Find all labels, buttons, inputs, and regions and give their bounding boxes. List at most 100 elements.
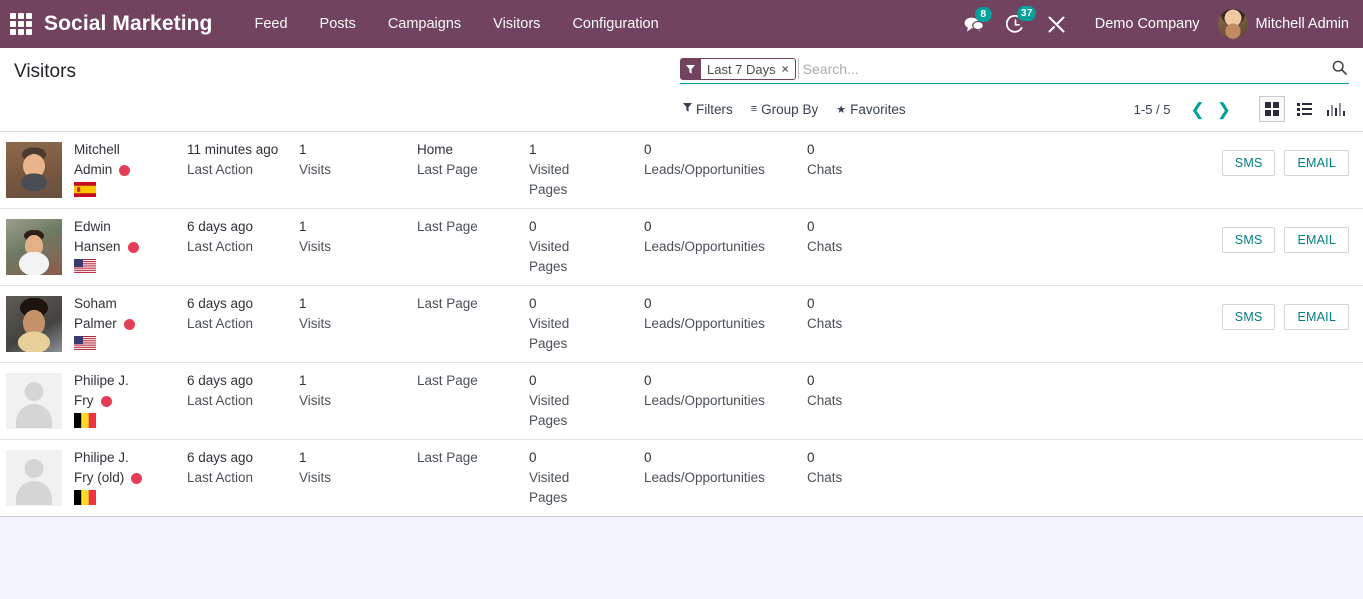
search-input[interactable] — [797, 59, 1324, 79]
visited-pages-label-line2: Pages — [529, 336, 568, 351]
visits-label: Visits — [299, 162, 332, 177]
visitor-name-cell: Philipe J. Fry (old) — [72, 448, 187, 505]
favorites-label: Favorites — [850, 101, 906, 117]
group-by-dropdown[interactable]: ≡ Group By — [751, 102, 818, 117]
visits-value: 1 — [299, 142, 307, 157]
last-page-cell: Last Page — [417, 217, 529, 237]
row-actions: SMS EMAIL — [1213, 217, 1349, 253]
email-button[interactable]: EMAIL — [1284, 304, 1349, 330]
chats-value: 0 — [807, 219, 815, 234]
favorites-dropdown[interactable]: ★ Favorites — [836, 102, 905, 117]
search-facet-label: Last 7 Days × — [701, 58, 796, 80]
sms-button[interactable]: SMS — [1221, 150, 1276, 176]
nav-menu-visitors[interactable]: Visitors — [477, 10, 556, 38]
chevron-right-icon[interactable]: ❯ — [1211, 101, 1237, 118]
last-action-value: 6 days ago — [187, 373, 254, 388]
chevron-left-icon[interactable]: ❮ — [1185, 101, 1211, 118]
email-button[interactable]: EMAIL — [1284, 150, 1349, 176]
leads-label: Leads/Opportunities — [644, 162, 765, 177]
leads-cell: 0 Leads/Opportunities — [644, 217, 807, 257]
chats-label: Chats — [807, 162, 843, 177]
last-action-cell: 6 days ago Last Action — [187, 371, 299, 411]
visited-pages-label-line1: Visited — [529, 470, 570, 485]
visits-value: 1 — [299, 296, 307, 311]
sms-button[interactable]: SMS — [1221, 227, 1276, 253]
apps-grid-icon[interactable] — [10, 13, 32, 35]
leads-cell: 0 Leads/Opportunities — [644, 140, 807, 180]
company-selector[interactable]: Demo Company — [1095, 16, 1200, 32]
visitor-name: Philipe J. — [74, 450, 129, 465]
kanban-view-icon[interactable] — [1259, 96, 1285, 122]
app-brand-title[interactable]: Social Marketing — [44, 12, 212, 36]
table-row[interactable]: Philipe J. Fry (old) 6 days ago Last Action… — [0, 440, 1363, 516]
wrench-tools-icon[interactable] — [1047, 15, 1066, 34]
chats-label: Chats — [807, 239, 843, 254]
visitor-name-cell: Mitchell Admin — [72, 140, 187, 197]
visits-label: Visits — [299, 393, 332, 408]
top-navbar: Social Marketing Feed Posts Campaigns Vi… — [0, 0, 1363, 48]
chats-label: Chats — [807, 316, 843, 331]
visitor-name-line2: Fry (old) — [74, 470, 125, 485]
search-facet-last-7-days[interactable]: Last 7 Days × — [680, 58, 796, 80]
last-page-cell: Last Page — [417, 294, 529, 314]
pager-counter: 1-5 / 5 — [1133, 101, 1171, 117]
table-row[interactable]: Philipe J. Fry 6 days ago Last Action 1 Visit… — [0, 363, 1363, 440]
leads-label: Leads/Opportunities — [644, 316, 765, 331]
last-action-value: 6 days ago — [187, 296, 254, 311]
status-badge — [100, 396, 112, 407]
table-row[interactable]: Soham Palmer 6 days ago Last Action 1 Visits L… — [0, 286, 1363, 363]
filters-dropdown[interactable]: Filters — [683, 102, 733, 117]
activity-clock-icon[interactable]: 37 — [1005, 5, 1037, 34]
search-icon[interactable] — [1324, 60, 1349, 79]
last-action-cell: 11 minutes ago Last Action — [187, 140, 299, 180]
visited-pages-value: 0 — [529, 450, 537, 465]
visited-pages-label-line2: Pages — [529, 490, 568, 505]
nav-menu-feed[interactable]: Feed — [238, 10, 303, 38]
leads-label: Leads/Opportunities — [644, 393, 765, 408]
sms-button[interactable]: SMS — [1221, 304, 1276, 330]
nav-menu-posts[interactable]: Posts — [304, 10, 372, 38]
chats-cell: 0 Chats — [807, 448, 927, 488]
leads-cell: 0 Leads/Opportunities — [644, 448, 807, 488]
star-icon: ★ — [836, 103, 847, 116]
nav-menu-campaigns[interactable]: Campaigns — [372, 10, 477, 38]
graph-view-icon[interactable] — [1323, 96, 1349, 122]
close-icon[interactable]: × — [782, 62, 789, 76]
nav-menu-configuration[interactable]: Configuration — [556, 10, 674, 38]
user-menu[interactable]: Mitchell Admin — [1217, 9, 1349, 39]
filter-funnel-icon — [680, 58, 701, 80]
last-page-label: Last Page — [417, 373, 478, 388]
leads-value: 0 — [644, 142, 652, 157]
email-button[interactable]: EMAIL — [1284, 227, 1349, 253]
visits-label: Visits — [299, 239, 332, 254]
visited-pages-label-line2: Pages — [529, 259, 568, 274]
messages-icon[interactable]: 8 — [964, 6, 992, 33]
table-row[interactable]: Edwin Hansen 6 days ago Last Action 1 Visits L… — [0, 209, 1363, 286]
avatar — [6, 219, 62, 275]
visits-value: 1 — [299, 450, 307, 465]
visitor-name: Mitchell — [74, 142, 120, 157]
row-actions: SMS EMAIL — [1213, 140, 1349, 176]
visitor-name-line2: Fry — [74, 393, 94, 408]
visited-pages-label-line2: Pages — [529, 182, 568, 197]
visitor-name-cell: Edwin Hansen — [72, 217, 187, 274]
control-panel: Visitors Last 7 Days × Search... Filters… — [0, 48, 1363, 132]
status-badge — [123, 319, 135, 330]
group-by-label: Group By — [761, 101, 819, 117]
hamburger-icon: ≡ — [750, 103, 758, 115]
visits-cell: 1 Visits — [299, 217, 417, 257]
last-action-label: Last Action — [187, 162, 254, 177]
flag-usa — [74, 336, 187, 351]
last-action-label: Last Action — [187, 470, 254, 485]
table-row[interactable]: Mitchell Admin 11 minutes ago Last Action 1 V… — [0, 132, 1363, 209]
visited-pages-label-line2: Pages — [529, 413, 568, 428]
last-page-label: Last Page — [417, 162, 478, 177]
avatar — [1217, 9, 1248, 39]
flag-usa — [74, 259, 187, 274]
status-badge — [119, 165, 131, 176]
visited-pages-cell: 0 Visited Pages — [529, 294, 644, 354]
facet-text: Last 7 Days — [707, 61, 776, 77]
last-page-cell: Last Page — [417, 371, 529, 391]
status-badge — [131, 473, 143, 484]
list-view-icon[interactable] — [1291, 96, 1317, 122]
